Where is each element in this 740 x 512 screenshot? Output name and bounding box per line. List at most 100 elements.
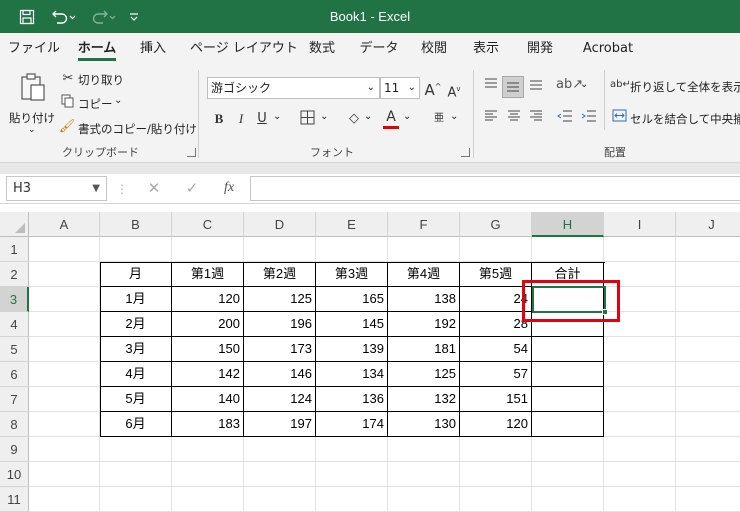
cell-h9[interactable] xyxy=(532,437,604,462)
column-header-f[interactable]: F xyxy=(388,212,460,237)
cell-d7[interactable]: 124 xyxy=(244,387,316,412)
tab-formulas[interactable]: 数式 xyxy=(304,33,340,64)
cell-g1[interactable] xyxy=(460,237,532,262)
borders-icon[interactable] xyxy=(298,110,316,131)
cell-d1[interactable] xyxy=(244,237,316,262)
cell-e2[interactable]: 第3週 xyxy=(316,262,388,287)
cell-f4[interactable]: 192 xyxy=(388,312,460,337)
row-header-1[interactable]: 1 xyxy=(0,237,29,262)
wrap-text-button[interactable]: 折り返して全体を表示す xyxy=(630,79,740,95)
name-box-dropdown-icon[interactable]: ▼ xyxy=(92,177,100,200)
row-header-5[interactable]: 5 xyxy=(0,337,29,362)
decrease-indent-icon[interactable] xyxy=(556,110,574,128)
cell-a9[interactable] xyxy=(29,437,100,462)
cell-h1[interactable] xyxy=(532,237,604,262)
bold-button[interactable]: B xyxy=(211,110,227,128)
underline-button[interactable]: U xyxy=(254,110,270,128)
cell-a5[interactable] xyxy=(29,337,100,362)
cell-f1[interactable] xyxy=(388,237,460,262)
cell-e1[interactable] xyxy=(316,237,388,262)
cell-c8[interactable]: 183 xyxy=(172,412,244,437)
cell-b1[interactable] xyxy=(100,237,172,262)
cell-a1[interactable] xyxy=(29,237,100,262)
cell-j5[interactable] xyxy=(676,337,740,362)
increase-indent-icon[interactable] xyxy=(580,110,598,128)
cell-f8[interactable]: 130 xyxy=(388,412,460,437)
cell-i7[interactable] xyxy=(604,387,676,412)
formula-input[interactable] xyxy=(250,176,740,201)
cell-f3[interactable]: 138 xyxy=(388,287,460,312)
cell-e8[interactable]: 174 xyxy=(316,412,388,437)
cell-h8[interactable] xyxy=(532,412,604,437)
column-header-d[interactable]: D xyxy=(244,212,316,237)
column-header-g[interactable]: G xyxy=(460,212,532,237)
paste-button[interactable]: 貼り付け ⌄ xyxy=(9,70,55,140)
tab-file[interactable]: ファイル xyxy=(8,33,60,64)
worksheet-grid[interactable]: ABCDEFGHIJ 1 2 3 4 5 6 7 8 9 10 11 月第1週 第2週 第3週 第4週 第5… xyxy=(0,212,740,512)
cell-e10[interactable] xyxy=(316,462,388,487)
row-header-9[interactable]: 9 xyxy=(0,437,29,462)
cell-b3[interactable]: 1月 xyxy=(100,287,172,312)
merge-center-icon[interactable] xyxy=(610,109,628,128)
align-right-icon[interactable] xyxy=(527,110,545,128)
cell-b7[interactable]: 5月 xyxy=(100,387,172,412)
row-header-7[interactable]: 7 xyxy=(0,387,29,412)
name-box[interactable]: H3 ▼ xyxy=(6,176,107,201)
cell-j9[interactable] xyxy=(676,437,740,462)
cell-d9[interactable] xyxy=(244,437,316,462)
tab-home[interactable]: ホーム xyxy=(74,33,120,64)
copy-icon[interactable] xyxy=(60,94,76,114)
phonetic-dropdown-icon[interactable]: ⌄ xyxy=(450,111,458,122)
font-name-dropdown-icon[interactable]: ⌄ xyxy=(367,78,375,98)
cut-icon[interactable]: ✂ xyxy=(60,70,76,88)
cell-d8[interactable]: 197 xyxy=(244,412,316,437)
cell-a3[interactable] xyxy=(29,287,100,312)
cell-j3[interactable] xyxy=(676,287,740,312)
borders-dropdown-icon[interactable]: ⌄ xyxy=(320,111,328,122)
tab-page-layout[interactable]: ページ レイアウト xyxy=(190,33,298,64)
decrease-font-icon[interactable]: Av xyxy=(445,80,463,102)
fill-color-icon[interactable]: ◇ xyxy=(345,110,363,128)
cell-e5[interactable]: 139 xyxy=(316,337,388,362)
cell-c1[interactable] xyxy=(172,237,244,262)
cell-f5[interactable]: 181 xyxy=(388,337,460,362)
column-header-h[interactable]: H xyxy=(532,212,604,237)
copy-dropdown-icon[interactable]: ⌄ xyxy=(114,95,122,106)
cell-e4[interactable]: 145 xyxy=(316,312,388,337)
font-name-box[interactable]: 游ゴシック ⌄ xyxy=(207,77,380,99)
cell-h10[interactable] xyxy=(532,462,604,487)
cell-i8[interactable] xyxy=(604,412,676,437)
cell-h7[interactable] xyxy=(532,387,604,412)
tab-acrobat[interactable]: Acrobat xyxy=(578,33,638,64)
cell-j2[interactable] xyxy=(676,262,740,287)
cell-g5[interactable]: 54 xyxy=(460,337,532,362)
cell-f2[interactable]: 第4週 xyxy=(388,262,460,287)
tab-view[interactable]: 表示 xyxy=(470,33,502,64)
cell-g7[interactable]: 151 xyxy=(460,387,532,412)
cell-c2[interactable]: 第1週 xyxy=(172,262,244,287)
cell-h6[interactable] xyxy=(532,362,604,387)
fill-color-dropdown-icon[interactable]: ⌄ xyxy=(364,111,372,122)
cell-g8[interactable]: 120 xyxy=(460,412,532,437)
cell-c4[interactable]: 200 xyxy=(172,312,244,337)
cell-c3[interactable]: 120 xyxy=(172,287,244,312)
tab-insert[interactable]: 挿入 xyxy=(134,33,172,64)
cell-c6[interactable]: 142 xyxy=(172,362,244,387)
cell-b9[interactable] xyxy=(100,437,172,462)
cell-e3[interactable]: 165 xyxy=(316,287,388,312)
cell-e9[interactable] xyxy=(316,437,388,462)
cell-b4[interactable]: 2月 xyxy=(100,312,172,337)
cell-j6[interactable] xyxy=(676,362,740,387)
italic-button[interactable]: I xyxy=(233,110,249,128)
align-middle-icon[interactable] xyxy=(502,76,524,98)
cell-i10[interactable] xyxy=(604,462,676,487)
align-bottom-icon[interactable] xyxy=(527,78,545,96)
format-painter-icon[interactable]: 🖌 xyxy=(58,118,76,136)
font-launcher-icon[interactable] xyxy=(461,148,470,157)
column-header-e[interactable]: E xyxy=(316,212,388,237)
cell-b8[interactable]: 6月 xyxy=(100,412,172,437)
cell-i1[interactable] xyxy=(604,237,676,262)
copy-button[interactable]: コピー xyxy=(78,96,113,112)
font-color-icon[interactable]: A xyxy=(382,108,400,126)
cell-g9[interactable] xyxy=(460,437,532,462)
